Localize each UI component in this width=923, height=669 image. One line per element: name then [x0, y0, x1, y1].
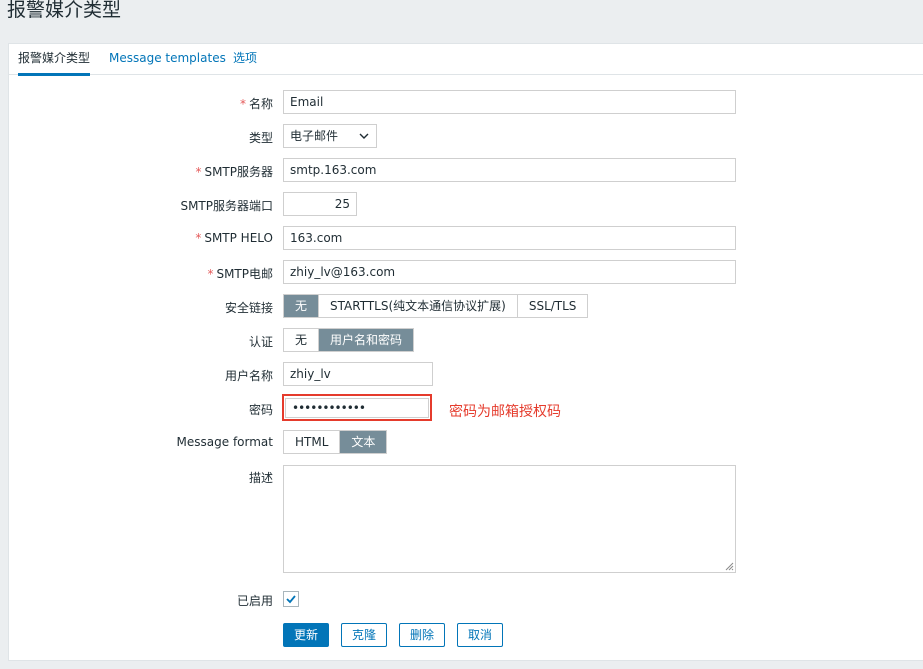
clone-button[interactable]: 克隆 [341, 623, 388, 647]
smtp-port-input[interactable]: 25 [283, 192, 357, 216]
name-label-text: 名称 [248, 97, 273, 111]
auth-option-username-password[interactable]: 用户名和密码 [319, 329, 414, 351]
smtp-server-label-text: SMTP服务器 [204, 165, 273, 179]
security-label: 安全链接 [224, 301, 273, 315]
required-marker: * [207, 267, 214, 281]
annotation-text: 密码为邮箱授权码 [449, 404, 561, 420]
tab-message-templates[interactable]: Message templates [109, 44, 226, 75]
message-format-label: Message format [176, 435, 273, 449]
username-input[interactable]: zhiy_lv [283, 362, 433, 386]
smtp-server-label: * SMTP服务器 [195, 163, 273, 180]
page-title: 报警媒介类型 [7, 0, 122, 21]
message-format-segmented-control: HTML 文本 [283, 430, 388, 454]
security-option-starttls[interactable]: STARTTLS(纯文本通信协议扩展) [319, 295, 518, 317]
update-button[interactable]: 更新 [283, 623, 330, 647]
delete-button[interactable]: 删除 [399, 623, 446, 647]
smtp-helo-input[interactable]: 163.com [283, 226, 736, 250]
type-select[interactable]: 电子邮件 [283, 124, 377, 148]
type-select-value: 电子邮件 [290, 129, 339, 143]
message-format-option-text[interactable]: 文本 [340, 431, 387, 453]
auth-label: 认证 [248, 335, 273, 349]
type-label: 类型 [248, 131, 273, 145]
check-icon [286, 595, 296, 604]
smtp-email-input[interactable]: zhiy_lv@163.com [283, 260, 736, 284]
enabled-checkbox[interactable] [283, 591, 299, 607]
form-panel: 报警媒介类型 Message templates 选项 * 名称 Email 类型… [8, 43, 923, 661]
annotation-highlight-box [282, 394, 432, 421]
required-marker: * [195, 231, 202, 245]
resize-grip-icon[interactable] [725, 562, 734, 571]
security-segmented-control: 无 STARTTLS(纯文本通信协议扩展) SSL/TLS [283, 294, 589, 318]
name-input[interactable]: Email [283, 90, 736, 114]
cancel-button[interactable]: 取消 [457, 623, 504, 647]
smtp-email-label: * SMTP电邮 [207, 265, 273, 282]
message-format-option-html[interactable]: HTML [284, 431, 341, 453]
username-label: 用户名称 [224, 369, 273, 383]
enabled-label: 已启用 [236, 594, 273, 608]
smtp-helo-label: * SMTP HELO [195, 231, 273, 245]
description-textarea[interactable] [283, 465, 736, 573]
tab-media-type[interactable]: 报警媒介类型 [18, 44, 91, 76]
smtp-server-input[interactable]: smtp.163.com [283, 158, 736, 182]
tab-options[interactable]: 选项 [233, 44, 257, 75]
chevron-down-icon [359, 133, 369, 139]
security-option-ssl-tls[interactable]: SSL/TLS [518, 295, 588, 317]
required-marker: * [195, 165, 202, 179]
password-label: 密码 [248, 403, 273, 417]
auth-option-none[interactable]: 无 [284, 329, 320, 351]
tab-bar: 报警媒介类型 Message templates 选项 [9, 44, 923, 76]
auth-segmented-control: 无 用户名和密码 [283, 328, 415, 352]
required-marker: * [239, 97, 246, 111]
smtp-port-label: SMTP服务器端口 [180, 199, 273, 213]
smtp-email-label-text: SMTP电邮 [216, 267, 273, 281]
smtp-helo-label-text: SMTP HELO [204, 231, 273, 245]
security-option-none[interactable]: 无 [284, 295, 320, 317]
name-label: * 名称 [240, 95, 273, 112]
description-label: 描述 [248, 471, 273, 485]
